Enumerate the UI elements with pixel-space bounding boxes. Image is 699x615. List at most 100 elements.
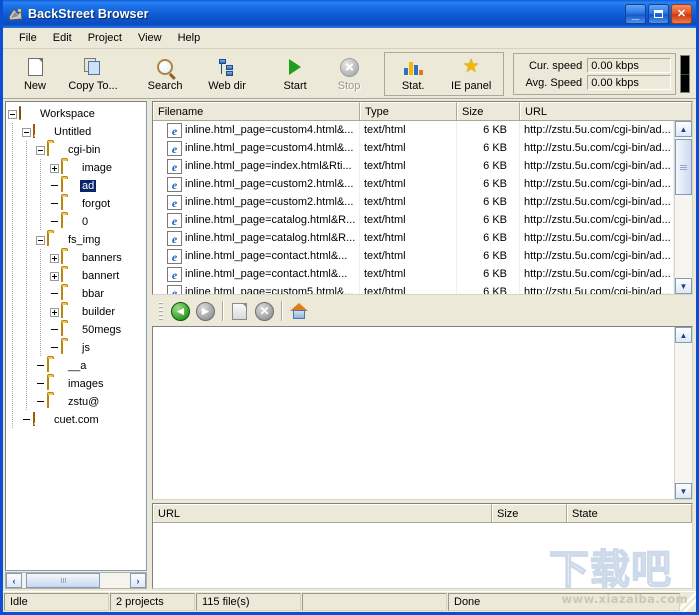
tree-node-bbar[interactable]: bbar: [8, 285, 146, 303]
stop-icon: [340, 56, 359, 78]
file-list-row[interactable]: inline.html_page=contact.html&...text/ht…: [153, 265, 674, 283]
file-list-row[interactable]: inline.html_page=custom4.html&...text/ht…: [153, 139, 674, 157]
tree-node-fs-img[interactable]: fs_img: [8, 231, 146, 249]
web-dir-button[interactable]: Web dir: [196, 51, 258, 97]
file-list-scroll-up-button[interactable]: ▲: [675, 121, 692, 137]
tree-node-cuet-com[interactable]: cuet.com: [8, 411, 146, 429]
tree-node--a[interactable]: __a: [8, 357, 146, 375]
file-row-url: http://zstu.5u.com/cgi-bin/ad...: [520, 229, 674, 247]
tree-expand-icon[interactable]: [50, 164, 59, 173]
tree-node-bannert[interactable]: bannert: [8, 267, 146, 285]
tree-node-images[interactable]: images: [8, 375, 146, 393]
menu-file[interactable]: File: [11, 30, 45, 46]
home-button[interactable]: [286, 299, 311, 323]
browser-scroll-up-button[interactable]: ▲: [675, 327, 692, 343]
file-list-row[interactable]: inline.html_page=custom2.html&...text/ht…: [153, 193, 674, 211]
tree-scroll-track[interactable]: [22, 573, 130, 588]
copy-to-button[interactable]: Copy To...: [62, 51, 124, 97]
toolbar-group-file: New Copy To...: [5, 50, 127, 98]
tree-node-image[interactable]: image: [8, 159, 146, 177]
file-list-scroll-down-button[interactable]: ▼: [675, 278, 692, 294]
tree-node-untitled[interactable]: Untitled: [8, 123, 146, 141]
maximize-button[interactable]: [648, 4, 669, 24]
column-header-url[interactable]: URL: [520, 102, 692, 120]
copy-to-button-label: Copy To...: [68, 80, 117, 92]
file-list-row[interactable]: inline.html_page=custom2.html&...text/ht…: [153, 175, 674, 193]
file-list-row[interactable]: inline.html_page=contact.html&...text/ht…: [153, 247, 674, 265]
folder-icon: [61, 305, 77, 319]
column-header-size[interactable]: Size: [457, 102, 520, 120]
tree-node-forgot[interactable]: forgot: [8, 195, 146, 213]
tree-node-js[interactable]: js: [8, 339, 146, 357]
column-header-type[interactable]: Type: [360, 102, 457, 120]
new-button[interactable]: New: [8, 51, 62, 97]
browser-preview-canvas[interactable]: [153, 327, 674, 499]
file-list-row[interactable]: inline.html_page=custom4.html&...text/ht…: [153, 121, 674, 139]
file-list-vertical-scrollbar[interactable]: ▲ ▼: [674, 121, 692, 294]
stat-button[interactable]: Stat.: [386, 51, 440, 97]
tree-node-50megs[interactable]: 50megs: [8, 321, 146, 339]
tree-node-cgi-bin[interactable]: cgi-bin: [8, 141, 146, 159]
tree-node-builder[interactable]: builder: [8, 303, 146, 321]
star-icon: ★: [463, 56, 480, 78]
tree-indent-guide: [8, 267, 22, 285]
column-header-queue-state[interactable]: State: [567, 504, 692, 522]
file-list-row[interactable]: inline.html_page=custom5.html&...text/ht…: [153, 283, 674, 294]
page-button[interactable]: [227, 299, 252, 323]
tree-scroll-left-button[interactable]: ‹: [6, 573, 22, 588]
search-button[interactable]: Search: [134, 51, 196, 97]
status-state: Idle: [4, 593, 109, 611]
column-header-queue-size[interactable]: Size: [492, 504, 567, 522]
file-list-scroll-track[interactable]: [675, 137, 692, 278]
forward-arrow-icon: ►: [196, 302, 215, 321]
toolbar-grip[interactable]: [159, 302, 163, 320]
menu-project[interactable]: Project: [80, 30, 130, 46]
menu-view[interactable]: View: [130, 30, 170, 46]
tree-collapse-icon[interactable]: [36, 146, 45, 155]
tree-expand-icon[interactable]: [50, 308, 59, 317]
stop-nav-button[interactable]: ✕: [252, 299, 277, 323]
forward-button[interactable]: ►: [193, 299, 218, 323]
tree-node-ad[interactable]: ad: [8, 177, 146, 195]
close-button[interactable]: ✕: [671, 4, 692, 24]
folder-icon: [61, 215, 77, 229]
file-row-type: text/html: [360, 193, 457, 211]
tree-node-0[interactable]: 0: [8, 213, 146, 231]
browser-scroll-track[interactable]: [675, 343, 692, 483]
tree-expand-icon[interactable]: [50, 272, 59, 281]
file-list-scroll-thumb[interactable]: [675, 139, 692, 195]
project-tree[interactable]: WorkspaceUntitledcgi-binimageadforgot0fs…: [5, 101, 147, 571]
internet-explorer-icon: [167, 231, 182, 246]
file-list-row[interactable]: inline.html_page=catalog.html&R...text/h…: [153, 211, 674, 229]
menu-help[interactable]: Help: [170, 30, 209, 46]
tree-collapse-icon[interactable]: [36, 236, 45, 245]
stop-button[interactable]: Stop: [322, 51, 376, 97]
home-icon: [290, 303, 308, 320]
back-button[interactable]: ◄: [168, 299, 193, 323]
browser-vertical-scrollbar[interactable]: ▲ ▼: [674, 327, 692, 499]
browser-scroll-down-button[interactable]: ▼: [675, 483, 692, 499]
magnifier-icon: [157, 56, 173, 78]
column-header-queue-url[interactable]: URL: [153, 504, 492, 522]
resize-grip[interactable]: [680, 592, 696, 612]
tree-node-workspace[interactable]: Workspace: [8, 105, 146, 123]
tree-collapse-icon[interactable]: [8, 110, 17, 119]
tree-scroll-right-button[interactable]: ›: [130, 573, 146, 588]
folder-icon: [61, 197, 77, 211]
tree-scroll-thumb[interactable]: [26, 573, 100, 588]
ie-panel-button[interactable]: ★ IE panel: [440, 51, 502, 97]
minimize-button[interactable]: _: [625, 4, 646, 24]
file-list-row[interactable]: inline.html_page=index.html&Rti...text/h…: [153, 157, 674, 175]
tree-node-banners[interactable]: banners: [8, 249, 146, 267]
tree-node-zstu-[interactable]: zstu@: [8, 393, 146, 411]
tree-expand-icon[interactable]: [50, 254, 59, 263]
url-queue-body[interactable]: [153, 523, 692, 588]
menu-edit[interactable]: Edit: [45, 30, 80, 46]
file-list-row[interactable]: inline.html_page=catalog.html&R...text/h…: [153, 229, 674, 247]
tree-collapse-icon[interactable]: [22, 128, 31, 137]
tree-horizontal-scrollbar[interactable]: ‹ ›: [5, 572, 147, 589]
tree-expander-empty: [36, 380, 45, 389]
column-header-filename[interactable]: Filename: [153, 102, 360, 120]
folder-icon: [47, 143, 63, 157]
start-button[interactable]: Start: [268, 51, 322, 97]
